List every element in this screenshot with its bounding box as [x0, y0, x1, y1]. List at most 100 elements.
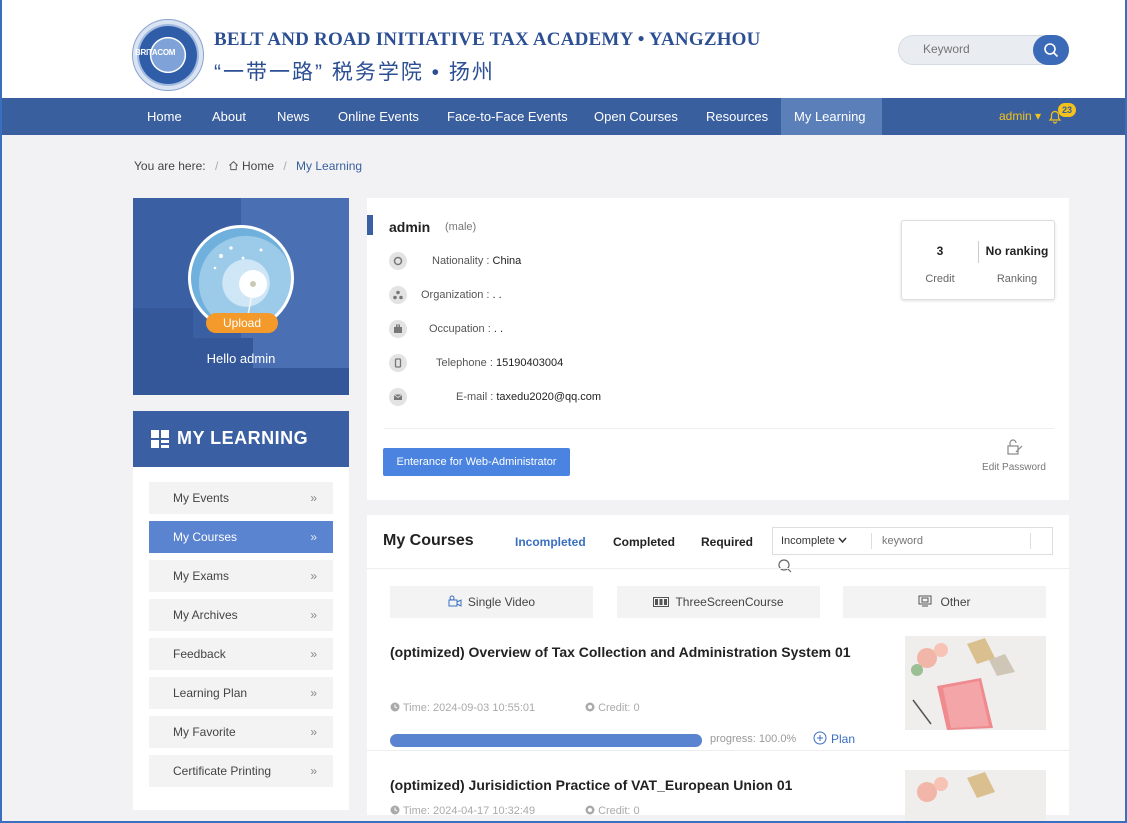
courses-title: My Courses: [383, 532, 474, 549]
tab-required[interactable]: Required: [701, 535, 753, 549]
course-item[interactable]: (optimized) Jurisidiction Practice of VA…: [390, 770, 870, 800]
search-button[interactable]: [1033, 35, 1069, 65]
course-credit: Credit: 0: [585, 702, 640, 714]
nav-resources[interactable]: Resources: [693, 98, 781, 135]
telephone-label: Telephone :: [436, 357, 493, 369]
my-learning-heading: MY LEARNING: [133, 411, 349, 467]
course-credit-value: Credit: 0: [598, 805, 640, 817]
plan-button[interactable]: Plan: [813, 731, 855, 746]
organization-label: Organization :: [421, 289, 490, 301]
lock-edit-icon: [1007, 439, 1023, 455]
edit-password-label: Edit Password: [982, 462, 1046, 473]
nav-about[interactable]: About: [199, 98, 259, 135]
greeting: Hello admin: [206, 351, 276, 366]
user-name: admin: [389, 219, 431, 235]
keyword-input[interactable]: [871, 533, 1021, 549]
chevron-right-icon: »: [310, 725, 317, 739]
user-gender: (male): [445, 221, 477, 233]
chevron-right-icon: »: [310, 530, 317, 544]
plan-label: Plan: [831, 732, 856, 746]
occupation-label: Occupation :: [429, 323, 491, 335]
nav-face-to-face-events[interactable]: Face-to-Face Events: [434, 98, 581, 135]
plus-circle-icon: [813, 731, 827, 745]
search-input[interactable]: [923, 42, 1031, 56]
nav-home[interactable]: Home: [134, 98, 195, 135]
sidebar-item-feedback[interactable]: Feedback »: [149, 638, 333, 670]
sidebar-item-label: My Events: [173, 491, 230, 505]
course-title[interactable]: (optimized) Jurisidiction Practice of VA…: [390, 770, 870, 800]
chevron-down-icon: [838, 537, 847, 544]
course-filter: Incomplete: [772, 527, 1053, 555]
notification-badge: 23: [1058, 103, 1076, 117]
sidebar-item-label: My Favorite: [173, 725, 236, 739]
course-item[interactable]: (optimized) Overview of Tax Collection a…: [390, 637, 870, 667]
my-learning-menu: My Events » My Courses » My Exams » My Arch…: [133, 467, 349, 810]
type-tab-label: ThreeScreenCourse: [675, 595, 784, 609]
sidebar-item-my-exams[interactable]: My Exams »: [149, 560, 333, 592]
monitor-icon: [918, 595, 932, 607]
course-time: Time: 2024-04-17 10:32:49: [390, 805, 535, 817]
chevron-right-icon: »: [310, 686, 317, 700]
course-time: Time: 2024-09-03 10:55:01: [390, 702, 535, 714]
course-credit: Credit: 0: [585, 805, 640, 817]
status-select[interactable]: Incomplete: [781, 535, 847, 547]
search-icon[interactable]: [777, 558, 793, 574]
breadcrumb-prefix: You are here:: [134, 159, 206, 173]
location-icon: [389, 252, 407, 270]
search-icon: [1044, 43, 1059, 58]
sidebar-item-label: My Exams: [173, 569, 230, 583]
upload-button[interactable]: Upload: [206, 313, 278, 333]
sidebar-item-label: My Archives: [173, 608, 238, 622]
course-thumbnail[interactable]: [905, 636, 1046, 730]
chevron-right-icon: »: [310, 764, 317, 778]
profile-card: Upload Hello admin: [133, 198, 349, 395]
sidebar-item-my-events[interactable]: My Events »: [149, 482, 333, 514]
chevron-right-icon: »: [310, 608, 317, 622]
credit-value: 3: [936, 244, 944, 258]
credit-label: Credit: [925, 273, 955, 285]
type-tab-other[interactable]: Other: [843, 586, 1046, 618]
my-courses-panel: My Courses Incompleted Completed Require…: [367, 515, 1069, 823]
sidebar-item-label: Certificate Printing: [173, 764, 272, 778]
sidebar-item-learning-plan[interactable]: Learning Plan »: [149, 677, 333, 709]
tab-incompleted[interactable]: Incompleted: [515, 535, 586, 549]
ranking-value: No ranking: [985, 244, 1049, 258]
nav-news[interactable]: News: [264, 98, 323, 135]
sidebar-item-my-favorite[interactable]: My Favorite »: [149, 716, 333, 748]
nav-open-courses[interactable]: Open Courses: [581, 98, 691, 135]
breadcrumb-home[interactable]: Home: [242, 159, 274, 173]
admin-entrance-button[interactable]: Enterance for Web-Administrator: [383, 448, 570, 476]
site-title-cn: “一带一路” 税务学院 • 扬州: [214, 61, 495, 84]
type-tab-label: Other: [940, 595, 971, 609]
sidebar-item-label: Feedback: [173, 647, 226, 661]
email-value: taxedu2020@qq.com: [496, 391, 602, 403]
type-tab-single-video[interactable]: Single Video: [390, 586, 593, 618]
nav-online-events[interactable]: Online Events: [325, 98, 432, 135]
sidebar-item-my-courses[interactable]: My Courses »: [149, 521, 333, 553]
three-screen-icon: [653, 597, 670, 607]
video-camera-icon: [448, 595, 462, 607]
progress-fill: [390, 734, 702, 747]
flowers-notebook-image: [905, 636, 1046, 730]
chevron-right-icon: »: [310, 647, 317, 661]
clock-icon: [390, 805, 400, 815]
clock-icon: [390, 702, 400, 712]
breadcrumb: You are here: / Home / My Learning: [134, 159, 362, 173]
sidebar-item-certificate-printing[interactable]: Certificate Printing »: [149, 755, 333, 787]
user-menu[interactable]: admin ▾: [999, 98, 1041, 135]
tab-completed[interactable]: Completed: [613, 535, 675, 549]
course-title[interactable]: (optimized) Overview of Tax Collection a…: [390, 637, 870, 667]
organization-icon: [389, 286, 407, 304]
grid-icon: [151, 430, 169, 448]
course-time-value: Time: 2024-09-03 10:55:01: [402, 702, 536, 714]
occupation-value: . .: [493, 323, 503, 335]
course-time-value: Time: 2024-04-17 10:32:49: [402, 805, 536, 817]
breadcrumb-current: My Learning: [296, 159, 363, 173]
ranking-label: Ranking: [996, 273, 1038, 285]
sidebar-item-my-archives[interactable]: My Archives »: [149, 599, 333, 631]
credit-icon: [585, 702, 595, 712]
course-thumbnail[interactable]: [905, 770, 1046, 823]
type-tab-three-screen[interactable]: ThreeScreenCourse: [617, 586, 820, 618]
nav-my-learning[interactable]: My Learning: [781, 98, 882, 135]
edit-password-link[interactable]: Edit Password: [971, 438, 1057, 473]
